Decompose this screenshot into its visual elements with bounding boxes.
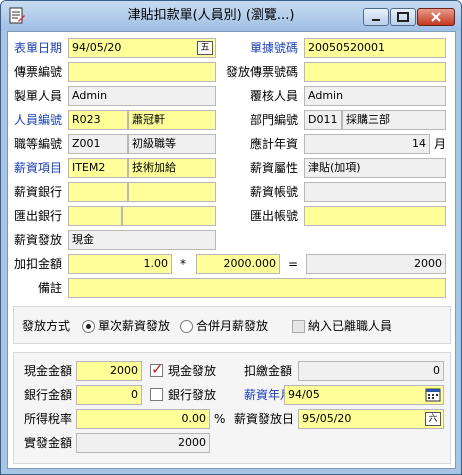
doc-no-field[interactable]: 20050520001	[304, 38, 446, 58]
times-sign: *	[180, 257, 186, 271]
bank-issue-label: 銀行發放	[168, 388, 217, 402]
month-calendar-icon[interactable]	[425, 388, 441, 402]
merge-issue-radio[interactable]	[180, 320, 193, 333]
actual-label: 實發金額	[24, 436, 73, 450]
grade-name-field: 初級職等	[128, 134, 216, 154]
amount-label: 加扣金額	[14, 257, 63, 271]
pay-date-label: 薪資發放日	[234, 412, 295, 426]
doc-no-label: 單據號碼	[250, 41, 299, 55]
issue-method-label: 發放方式	[22, 319, 71, 333]
deduct-label: 扣繳金額	[244, 364, 293, 378]
creator-field: Admin	[68, 86, 216, 106]
emp-name-field: 蕭冠軒	[128, 110, 216, 130]
doc-date-field[interactable]: 94/05/20 五	[68, 38, 216, 58]
salary-month-field[interactable]: 94/05	[284, 385, 444, 405]
seniority-field: 14	[304, 134, 430, 154]
close-icon	[431, 12, 441, 22]
salary-bank-name-field	[128, 182, 216, 202]
app-window: 津貼扣款單(人員別) (瀏覽...) 表單日期 94/05/20 五 單據號碼 …	[0, 0, 462, 475]
include-resigned-label: 納入已離職人員	[308, 319, 393, 333]
dept-name-field: 採購三部	[342, 110, 446, 130]
issue-voucher-field[interactable]	[304, 62, 446, 82]
grade-label: 職等編號	[14, 137, 63, 151]
calendar-icon[interactable]: 五	[197, 41, 213, 55]
reviewer-label: 覆核人員	[250, 89, 299, 103]
close-button[interactable]	[417, 8, 455, 26]
reviewer-field: Admin	[304, 86, 446, 106]
payment-panel: 現金金額 2000 ✓ 現金發放 扣繳金額 0 銀行金額 0 銀行發放 薪資年月…	[13, 352, 451, 464]
actual-field: 2000	[76, 433, 210, 453]
multiplier-field[interactable]: 2000.000	[196, 254, 280, 274]
out-bank-field[interactable]	[68, 206, 122, 226]
cash-field[interactable]: 2000	[76, 361, 142, 381]
single-issue-label[interactable]: 單次薪資發放	[98, 316, 170, 336]
deduct-field: 0	[298, 361, 444, 381]
maximize-button[interactable]	[390, 8, 416, 26]
title-bar[interactable]: 津貼扣款單(人員別) (瀏覽...)	[1, 1, 461, 31]
salary-item-name-field: 技術加給	[128, 158, 216, 178]
cash-label: 現金金額	[24, 364, 73, 378]
out-account-field[interactable]	[304, 206, 446, 226]
salary-item-label: 薪資項目	[14, 161, 63, 175]
out-bank-name-field	[122, 206, 216, 226]
out-account-label: 匯出帳號	[250, 209, 299, 223]
amount-field[interactable]: 1.00	[68, 254, 172, 274]
salary-attr-field: 津貼(加項)	[304, 158, 446, 178]
salary-attr-label: 薪資屬性	[250, 161, 299, 175]
issue-voucher-label: 發放傳票號碼	[226, 65, 299, 79]
minimize-icon	[372, 19, 380, 21]
maximize-icon	[397, 12, 409, 22]
doc-date-label: 表單日期	[14, 41, 63, 55]
pay-date-field[interactable]: 95/05/20 六	[298, 409, 444, 429]
dept-label: 部門編號	[250, 113, 299, 127]
percent-sign: %	[214, 412, 226, 426]
calendar-icon[interactable]: 六	[425, 412, 441, 426]
cash-issue-checkbox[interactable]: ✓	[150, 360, 164, 378]
seniority-unit: 月	[434, 137, 447, 151]
bank-amount-field[interactable]: 0	[76, 385, 142, 405]
equals-sign: =	[288, 257, 299, 271]
tax-rate-field[interactable]: 0.00	[76, 409, 210, 429]
issue-method-panel: 發放方式 單次薪資發放 合併月薪發放 納入已離職人員	[13, 306, 451, 344]
pay-method-label: 薪資發放	[14, 233, 63, 247]
salary-account-field	[304, 182, 446, 202]
note-label: 備註	[38, 281, 63, 295]
check-icon: ✓	[151, 360, 164, 378]
dept-no-field: D011	[304, 110, 342, 130]
note-field[interactable]	[68, 278, 446, 298]
tax-rate-label: 所得稅率	[24, 412, 73, 426]
include-resigned-checkbox[interactable]	[292, 320, 305, 333]
bank-amount-label: 銀行金額	[24, 388, 73, 402]
grade-no-field: Z001	[68, 134, 128, 154]
emp-no-field[interactable]: R023	[68, 110, 128, 130]
salary-bank-label: 薪資銀行	[14, 185, 63, 199]
minimize-button[interactable]	[363, 8, 389, 26]
bank-issue-checkbox[interactable]	[150, 388, 163, 401]
seniority-label: 應計年資	[250, 137, 299, 151]
voucher-field[interactable]	[68, 62, 216, 82]
cash-issue-label: 現金發放	[168, 364, 217, 378]
emp-no-label: 人員編號	[14, 113, 63, 127]
single-issue-radio[interactable]	[82, 320, 95, 333]
salary-item-no-field[interactable]: ITEM2	[68, 158, 128, 178]
voucher-label: 傳票編號	[14, 65, 63, 79]
total-field: 2000	[306, 254, 446, 274]
salary-bank-field[interactable]	[68, 182, 128, 202]
out-bank-label: 匯出銀行	[14, 209, 63, 223]
salary-account-label: 薪資帳號	[250, 185, 299, 199]
creator-label: 製單人員	[14, 89, 63, 103]
merge-issue-label[interactable]: 合併月薪發放	[196, 316, 268, 336]
pay-method-field: 現金	[68, 230, 216, 250]
form-body: 表單日期 94/05/20 五 單據號碼 20050520001 傳票編號 發放…	[7, 31, 456, 469]
